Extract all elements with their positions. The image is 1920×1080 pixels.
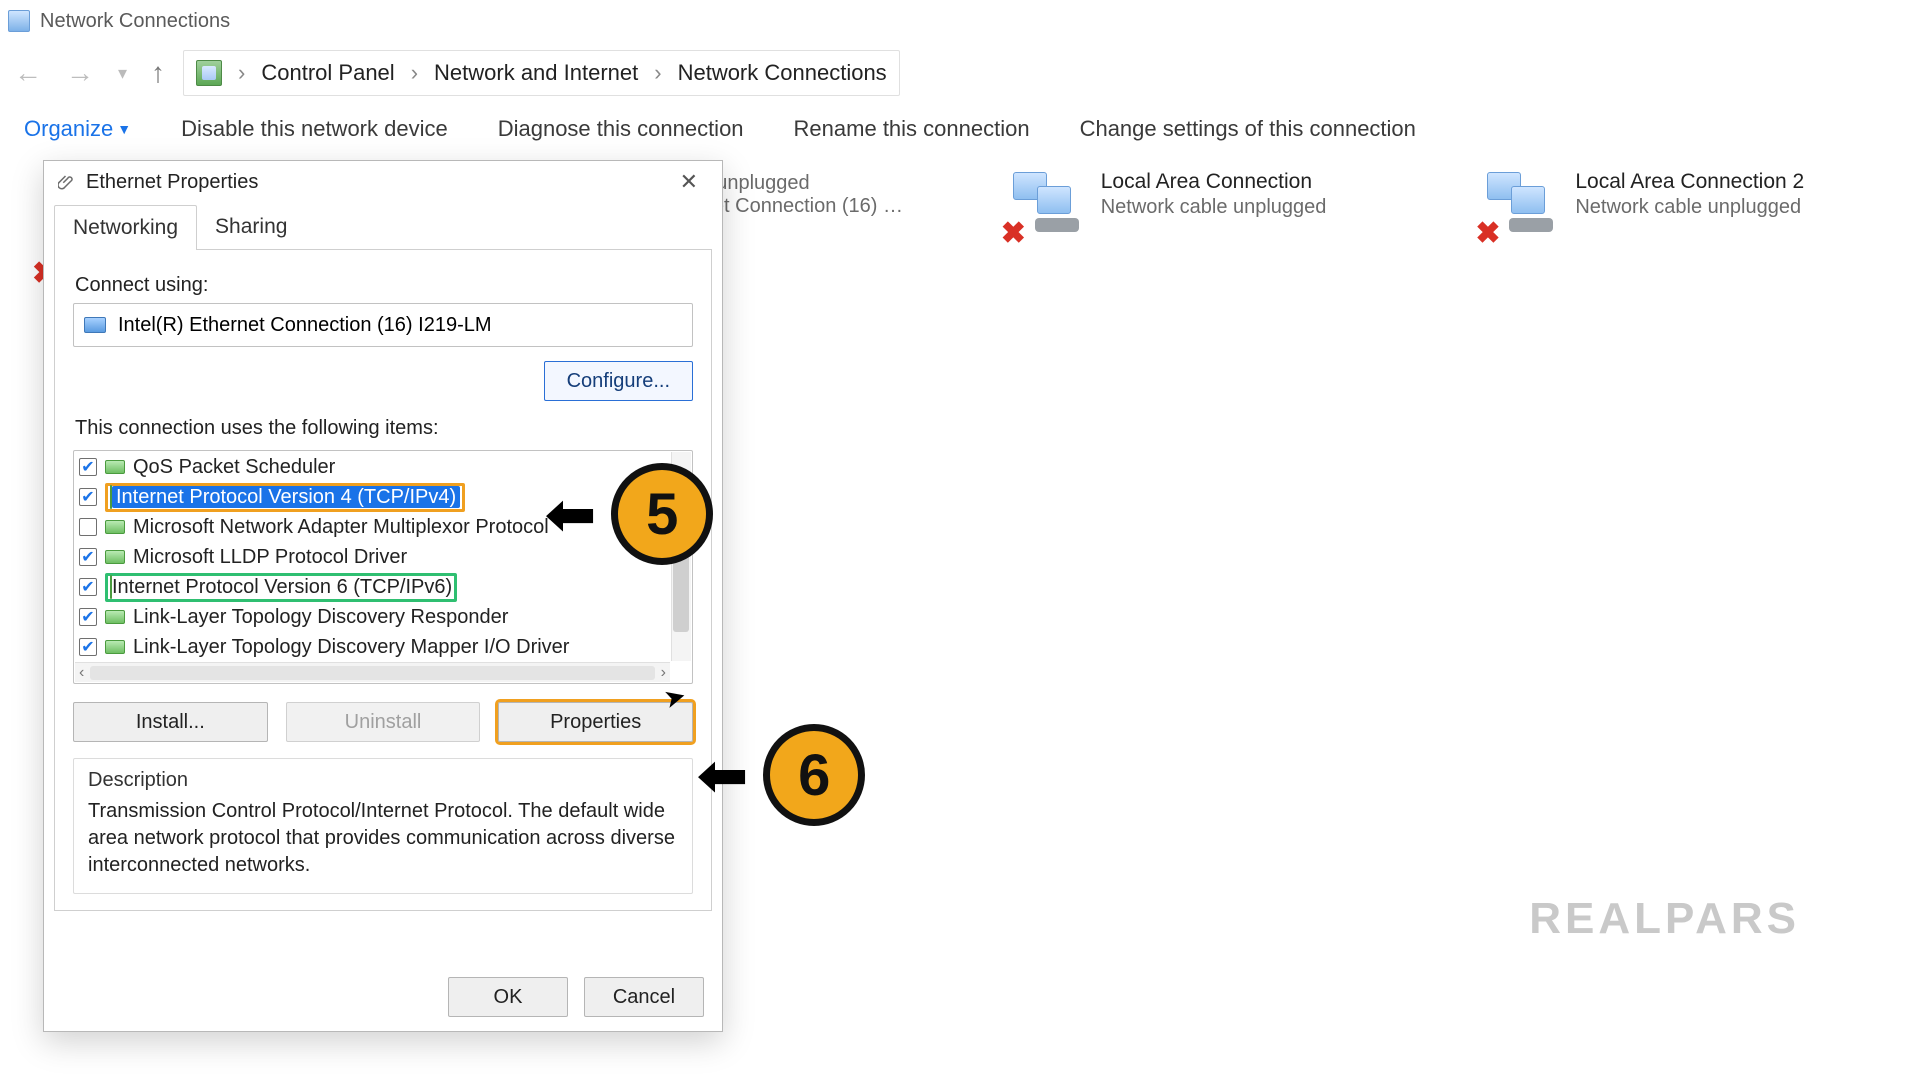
connection-name: Local Area Connection 2 [1575,170,1804,194]
checkbox[interactable]: ✔ [79,608,97,626]
description-box: Description Transmission Control Protoco… [73,758,693,894]
protocol-icon [105,550,125,564]
list-item-label: Internet Protocol Version 6 (TCP/IPv6) [112,576,452,598]
item-actions: Install... Uninstall Properties [73,702,693,742]
breadcrumb-sep-icon: › [405,60,424,86]
horizontal-scrollbar[interactable]: ‹ › [75,662,670,682]
diagnose-button[interactable]: Diagnose this connection [498,116,744,142]
connection-status: Network cable unplugged [1101,196,1327,219]
window-titlebar: Network Connections [0,0,1920,42]
dialog-buttons: OK Cancel [448,977,704,1017]
connection-item[interactable]: ✖ Local Area Connection 2 Network cable … [1481,170,1896,242]
list-item-label: QoS Packet Scheduler [133,456,335,479]
checkbox[interactable]: ✔ [79,638,97,656]
scroll-left-icon[interactable]: ‹ [79,664,84,682]
nav-recent-icon[interactable]: ▾ [118,63,127,84]
close-button[interactable]: ✕ [670,165,708,199]
connect-using-label: Connect using: [75,274,691,297]
list-item-label: Microsoft LLDP Protocol Driver [133,546,407,569]
list-item-label: Link-Layer Topology Discovery Responder [133,606,508,629]
connection-icon: ✖ [1007,170,1087,242]
nic-icon [84,317,106,333]
scroll-right-icon[interactable]: › [661,664,666,682]
uninstall-button: Uninstall [286,702,481,742]
disable-device-button[interactable]: Disable this network device [181,116,448,142]
protocol-icon [105,460,125,474]
arrow-left-icon: ⬅ [698,744,748,807]
watermark: REALPARS [1529,894,1800,944]
breadcrumb[interactable]: › Control Panel › Network and Internet ›… [183,50,900,96]
adapter-icon [58,173,76,191]
breadcrumb-item[interactable]: Network Connections [678,60,887,86]
explorer-toolbar: Organize ▼ Disable this network device D… [0,104,1920,152]
connection-icon: ✖ [1481,170,1561,242]
tab-networking[interactable]: Networking [54,205,197,250]
breadcrumb-sep-icon: › [232,60,251,86]
connection-name: Local Area Connection [1101,170,1327,194]
ok-button[interactable]: OK [448,977,568,1017]
unplugged-x-icon: ✖ [1475,216,1500,251]
annotation-highlight: Internet Protocol Version 6 (TCP/IPv6) [105,573,457,602]
change-settings-button[interactable]: Change settings of this connection [1080,116,1416,142]
checkbox[interactable]: ✔ [79,548,97,566]
properties-button[interactable]: Properties [498,702,693,742]
dialog-title: Ethernet Properties [86,171,258,194]
list-item[interactable]: ✔ Link-Layer Topology Discovery Responder [75,602,670,632]
annotation-step-6: ⬅ 6 [700,724,865,826]
control-panel-icon [196,60,222,86]
connection-status: Network cable unplugged [1575,196,1804,219]
nav-forward-icon[interactable]: → [66,57,94,89]
organize-label: Organize [24,116,113,142]
dialog-titlebar: Ethernet Properties ✕ [44,161,722,203]
items-label: This connection uses the following items… [75,417,691,440]
networking-pane: Connect using: Intel(R) Ethernet Connect… [54,249,712,911]
rename-button[interactable]: Rename this connection [794,116,1030,142]
step-badge: 5 [611,463,713,565]
description-text: Transmission Control Protocol/Internet P… [88,798,678,879]
cancel-button[interactable]: Cancel [584,977,704,1017]
tab-sharing[interactable]: Sharing [197,205,305,250]
checkbox[interactable]: ✔ [79,578,97,596]
checkbox[interactable]: ✔ [79,488,97,506]
checkbox[interactable]: ✔ [79,458,97,476]
nav-up-icon[interactable]: ↑ [151,57,165,89]
nav-arrows: ← → ▾ ↑ [14,57,165,89]
protocol-icon [105,520,125,534]
checkbox[interactable] [79,518,97,536]
organize-menu[interactable]: Organize ▼ [24,116,131,142]
chevron-down-icon: ▼ [117,121,131,137]
breadcrumb-sep-icon: › [648,60,667,86]
nav-back-icon[interactable]: ← [14,57,42,89]
list-item[interactable]: ✔ Internet Protocol Version 6 (TCP/IPv6) [75,572,670,602]
network-connections-icon [8,10,30,32]
step-badge: 6 [763,724,865,826]
connection-item[interactable]: ✖ Local Area Connection Network cable un… [1007,170,1422,242]
protocol-icon [105,610,125,624]
ethernet-properties-dialog: Ethernet Properties ✕ Networking Sharing… [43,160,723,1032]
annotation-step-5: ⬅ 5 [548,463,713,565]
description-title: Description [88,769,678,792]
annotation-highlight: Internet Protocol Version 4 (TCP/IPv4) [105,483,465,512]
list-item-label: Microsoft Network Adapter Multiplexor Pr… [133,516,549,539]
protocol-icon [105,640,125,654]
unplugged-x-icon: ✖ [1001,216,1026,251]
address-bar: ← → ▾ ↑ › Control Panel › Network and In… [0,42,1920,104]
list-item[interactable]: ✔ Link-Layer Topology Discovery Mapper I/… [75,632,670,661]
list-item-label: Internet Protocol Version 4 (TCP/IPv4) [112,486,460,508]
configure-button[interactable]: Configure... [544,361,693,401]
breadcrumb-item[interactable]: Network and Internet [434,60,638,86]
dialog-tabs: Networking Sharing [44,205,722,250]
list-item-label: Link-Layer Topology Discovery Mapper I/O… [133,636,569,659]
adapter-name: Intel(R) Ethernet Connection (16) I219-L… [118,314,492,337]
install-button[interactable]: Install... [73,702,268,742]
breadcrumb-item[interactable]: Control Panel [261,60,394,86]
adapter-field[interactable]: Intel(R) Ethernet Connection (16) I219-L… [73,303,693,347]
arrow-left-icon: ⬅ [546,483,596,546]
window-title: Network Connections [40,10,230,33]
